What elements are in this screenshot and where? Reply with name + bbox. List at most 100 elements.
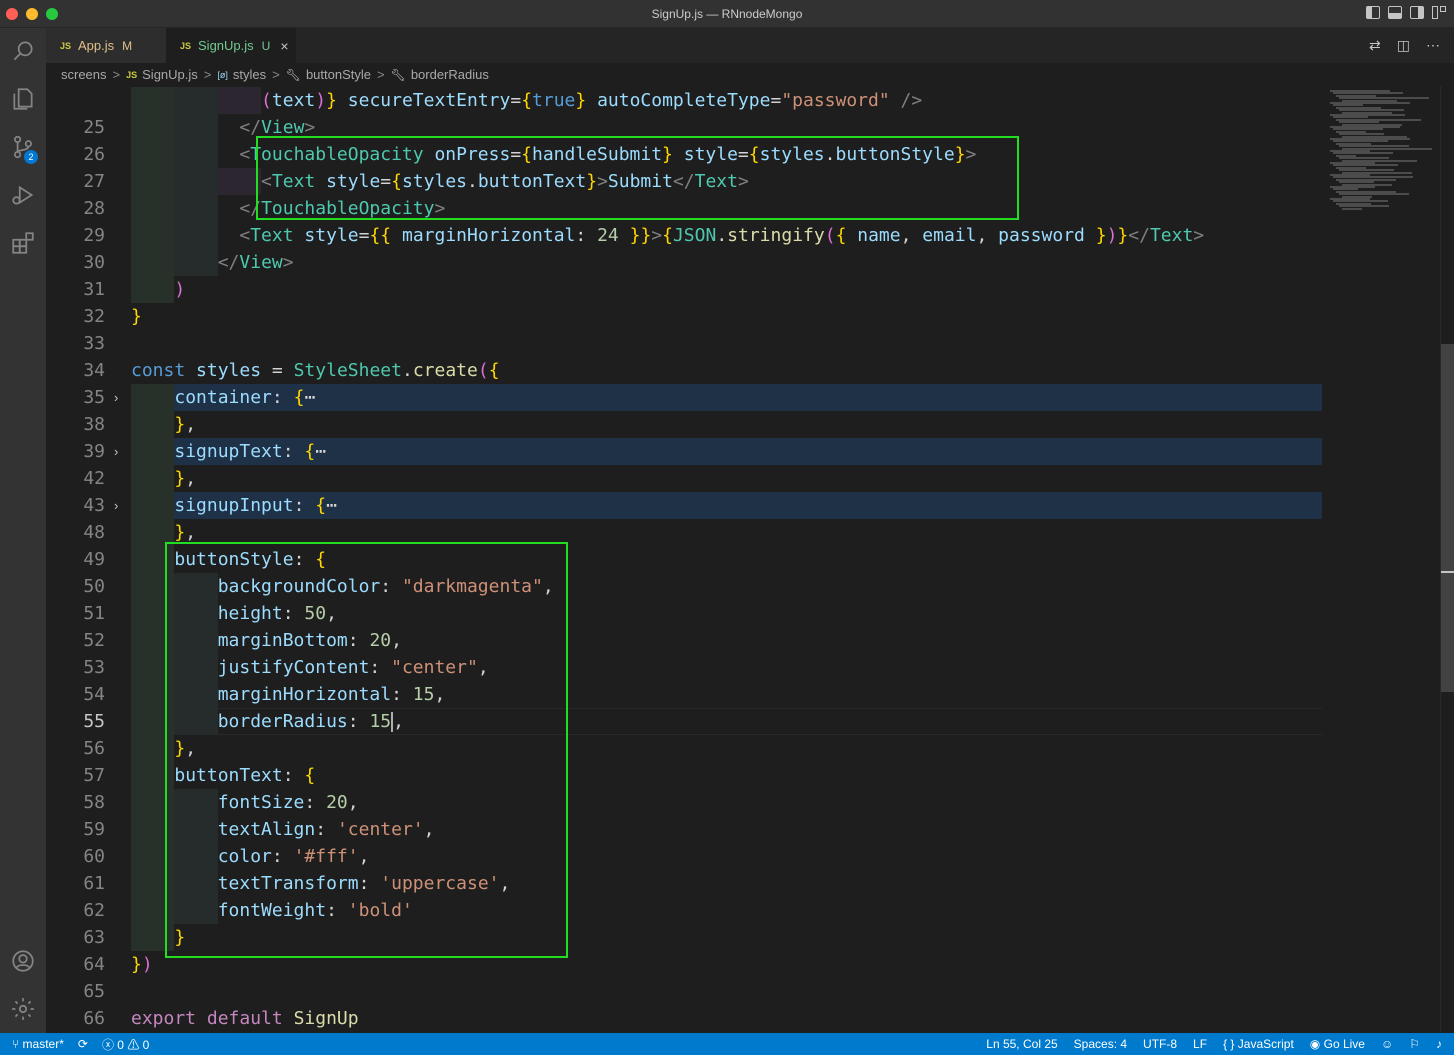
feedback-icon[interactable]: ⚐: [1409, 1037, 1420, 1051]
code-line[interactable]: 49 buttonStyle: {: [46, 546, 1322, 573]
code-line[interactable]: 55 borderRadius: 15,: [46, 708, 1322, 735]
cursor-position[interactable]: Ln 55, Col 25: [986, 1037, 1057, 1051]
code-line[interactable]: 48 },: [46, 519, 1322, 546]
code-line[interactable]: 39 › signupText: {⋯: [46, 438, 1322, 465]
open-changes-icon[interactable]: ⇄: [1369, 37, 1381, 54]
code-line[interactable]: 65: [46, 978, 1322, 1005]
code-line[interactable]: 52 marginBottom: 20,: [46, 627, 1322, 654]
git-branch[interactable]: ⑂ master*: [12, 1037, 64, 1051]
breadcrumb-item-borderradius[interactable]: borderRadius: [411, 67, 489, 82]
line-number: 28: [83, 198, 105, 219]
toggle-panel-icon[interactable]: [1388, 6, 1402, 19]
breadcrumb-item-buttonstyle[interactable]: buttonStyle: [306, 67, 371, 82]
code-line[interactable]: 61 textTransform: 'uppercase',: [46, 870, 1322, 897]
vertical-scrollbar[interactable]: [1440, 86, 1454, 1033]
code-line[interactable]: 59 textAlign: 'center',: [46, 816, 1322, 843]
code-line[interactable]: 35 › container: {⋯: [46, 384, 1322, 411]
code-line[interactable]: 60 color: '#fff',: [46, 843, 1322, 870]
sync-icon[interactable]: ⟳: [78, 1037, 88, 1051]
code-line[interactable]: 58 fontSize: 20,: [46, 789, 1322, 816]
breadcrumb-item-file[interactable]: SignUp.js: [142, 67, 198, 82]
chevron-right-icon[interactable]: ›: [114, 384, 118, 411]
code-line[interactable]: 54 marginHorizontal: 15,: [46, 681, 1322, 708]
end-of-line[interactable]: LF: [1193, 1037, 1207, 1051]
chevron-right-icon[interactable]: ›: [114, 492, 118, 519]
copilot-icon[interactable]: ☺: [1381, 1037, 1393, 1051]
encoding[interactable]: UTF-8: [1143, 1037, 1177, 1051]
line-number: 59: [83, 819, 105, 840]
tab-label: App.js: [78, 38, 115, 53]
breadcrumb-item-styles[interactable]: styles: [233, 67, 266, 82]
tab-signup-js[interactable]: JS SignUp.js U ×: [166, 28, 296, 63]
files-icon[interactable]: [0, 76, 46, 122]
code-editor[interactable]: (text)} secureTextEntry={true} autoCompl…: [46, 86, 1454, 1033]
toggle-primary-sidebar-icon[interactable]: [1366, 6, 1380, 19]
window-title: SignUp.js — RNnodeMongo: [651, 7, 803, 21]
code-line[interactable]: 63 }: [46, 924, 1322, 951]
code-line[interactable]: 62 fontWeight: 'bold': [46, 897, 1322, 924]
code-line[interactable]: 34 const styles = StyleSheet.create({: [46, 357, 1322, 384]
go-live-button[interactable]: ◉ Go Live: [1310, 1037, 1365, 1051]
line-number: 29: [83, 225, 105, 246]
run-debug-icon[interactable]: [0, 172, 46, 218]
code-line[interactable]: (text)} secureTextEntry={true} autoCompl…: [46, 87, 1322, 114]
language-mode[interactable]: { } JavaScript: [1223, 1037, 1294, 1051]
split-editor-icon[interactable]: ◫: [1397, 37, 1410, 54]
code-line[interactable]: 57 buttonText: {: [46, 762, 1322, 789]
code-text: justifyContent: "center",: [217, 657, 489, 678]
bell-icon[interactable]: ♪: [1436, 1037, 1442, 1051]
code-line[interactable]: 26 <TouchableOpacity onPress={handleSubm…: [46, 141, 1322, 168]
gear-icon[interactable]: [0, 986, 46, 1032]
branch-name: master*: [22, 1037, 64, 1051]
line-number: 62: [83, 900, 105, 921]
source-control-icon[interactable]: 2: [0, 124, 46, 170]
code-line[interactable]: 43 › signupInput: {⋯: [46, 492, 1322, 519]
code-text: </View>: [217, 252, 294, 273]
code-text: (text)} secureTextEntry={true} autoCompl…: [261, 90, 923, 111]
code-text: ): [174, 279, 186, 300]
code-text: container: {⋯: [174, 387, 316, 408]
code-line[interactable]: 29 <Text style={{ marginHorizontal: 24 }…: [46, 222, 1322, 249]
code-line[interactable]: 30 </View>: [46, 249, 1322, 276]
code-line[interactable]: 53 justifyContent: "center",: [46, 654, 1322, 681]
tab-app-js[interactable]: JS App.js M: [46, 28, 166, 63]
line-number: 58: [83, 792, 105, 813]
scrollbar-thumb[interactable]: [1441, 344, 1454, 692]
account-icon[interactable]: [0, 938, 46, 984]
code-text: },: [174, 468, 197, 489]
indentation[interactable]: Spaces: 4: [1074, 1037, 1127, 1051]
code-text: textAlign: 'center',: [217, 819, 435, 840]
close-icon[interactable]: ×: [280, 38, 288, 54]
code-line[interactable]: 50 backgroundColor: "darkmagenta",: [46, 573, 1322, 600]
code-line[interactable]: 42 },: [46, 465, 1322, 492]
toggle-secondary-sidebar-icon[interactable]: [1410, 6, 1424, 19]
status-bar: ⑂ master* ⟳ ⓧ 0 ⚠ 0 Ln 55, Col 25 Spaces…: [0, 1033, 1454, 1055]
code-line[interactable]: 27 <Text style={styles.buttonText}>Submi…: [46, 168, 1322, 195]
breadcrumb-item-screens[interactable]: screens: [61, 67, 107, 82]
line-number: 55: [83, 711, 105, 732]
go-live-label: Go Live: [1323, 1037, 1365, 1051]
code-line[interactable]: 32}: [46, 303, 1322, 330]
layout-controls: [1366, 6, 1446, 19]
chevron-right-icon[interactable]: ›: [114, 438, 118, 465]
code-text: textTransform: 'uppercase',: [217, 873, 511, 894]
more-actions-icon[interactable]: ⋯: [1426, 37, 1440, 54]
line-number: 64: [83, 954, 105, 975]
code-line[interactable]: 66 export default SignUp: [46, 1005, 1322, 1032]
chevron-right-icon: >: [112, 67, 121, 82]
search-icon[interactable]: [0, 28, 46, 74]
code-text: </View>: [239, 117, 316, 138]
minimap[interactable]: [1330, 86, 1440, 1033]
code-line[interactable]: 28 </TouchableOpacity>: [46, 195, 1322, 222]
extensions-icon[interactable]: [0, 220, 46, 266]
problems-indicator[interactable]: ⓧ 0 ⚠ 0: [102, 1036, 149, 1053]
code-line[interactable]: 56 },: [46, 735, 1322, 762]
code-line[interactable]: 25 </View>: [46, 114, 1322, 141]
code-line[interactable]: 31 ): [46, 276, 1322, 303]
code-line[interactable]: 33: [46, 330, 1322, 357]
code-line[interactable]: 64}): [46, 951, 1322, 978]
customize-layout-icon[interactable]: [1432, 6, 1446, 19]
code-line[interactable]: 51 height: 50,: [46, 600, 1322, 627]
code-line[interactable]: 38 },: [46, 411, 1322, 438]
line-number: 33: [83, 333, 105, 354]
